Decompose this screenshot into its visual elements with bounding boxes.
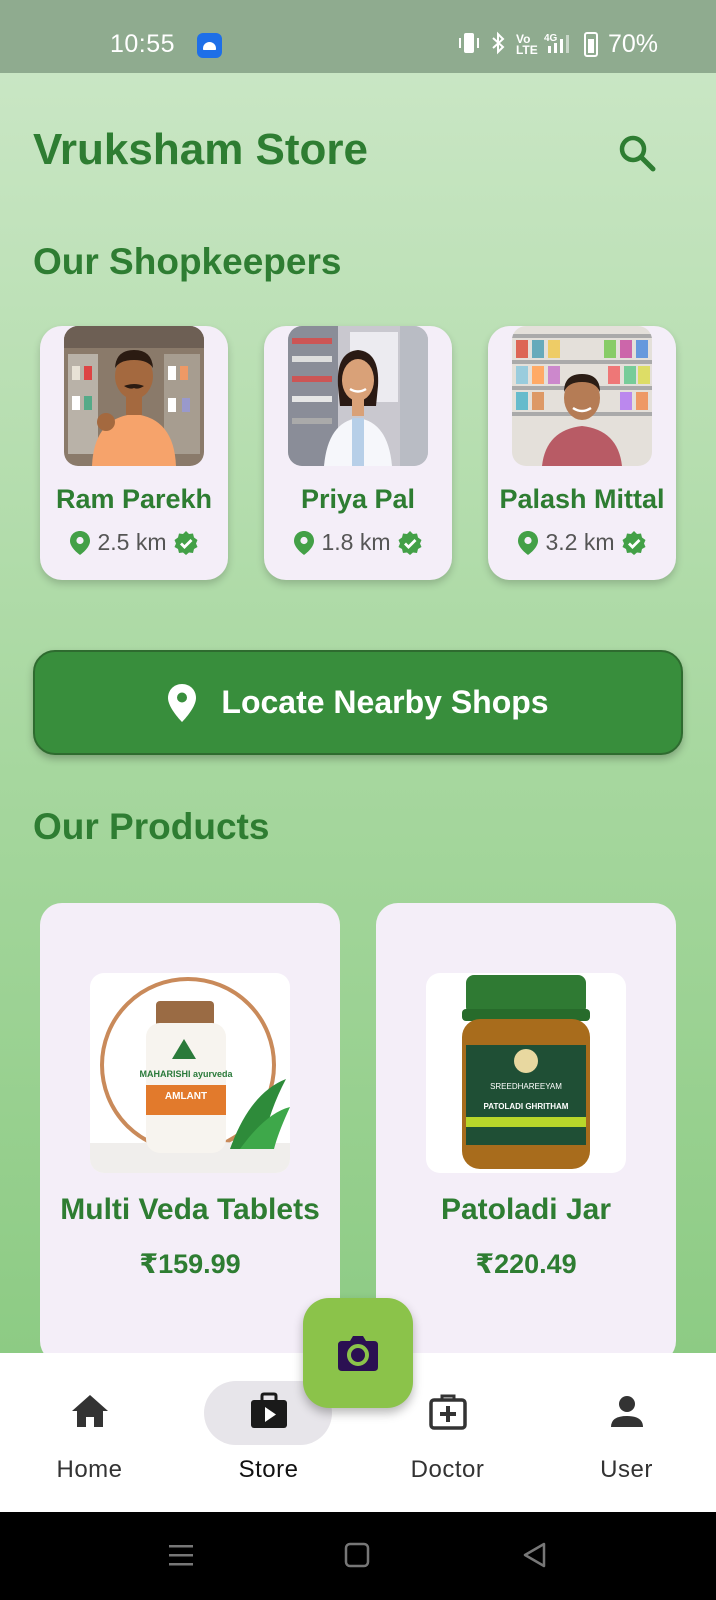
shopkeeper-meta: 1.8 km xyxy=(264,529,452,556)
product-label-text: PATOLADI GHRITHAM xyxy=(484,1102,569,1111)
product-image: MAHARISHI ayurveda AMLANT xyxy=(90,973,290,1173)
product-label-text: AMLANT xyxy=(165,1091,207,1102)
shopkeeper-card[interactable]: Priya Pal 1.8 km xyxy=(264,326,452,580)
location-pin-icon xyxy=(168,683,197,722)
shopkeeper-distance: 3.2 km xyxy=(545,529,615,555)
product-brand-text: SREEDHAREEYAM xyxy=(490,1082,562,1091)
shopkeeper-distance: 1.8 km xyxy=(321,529,391,555)
shopkeeper-meta: 3.2 km xyxy=(488,529,676,556)
nav-label-home: Home xyxy=(56,1456,123,1483)
signal-4g-icon: 4G xyxy=(544,31,574,58)
search-icon[interactable] xyxy=(617,133,657,173)
product-card[interactable]: MAHARISHI ayurveda AMLANT Multi Veda Tab… xyxy=(40,903,340,1353)
status-bar: 10:55 Vo LTE 4G 70% xyxy=(0,0,716,73)
status-icons: Vo LTE 4G 70% xyxy=(458,30,658,59)
shopkeeper-name: Priya Pal xyxy=(300,484,416,514)
nav-item-user[interactable]: User xyxy=(537,1353,716,1512)
shopkeeper-card[interactable]: Ram Parekh 2.5 km xyxy=(40,326,228,580)
home-icon xyxy=(72,1395,108,1427)
verified-badge-icon xyxy=(174,530,198,555)
locate-button-label: Locate Nearby Shops xyxy=(221,684,549,720)
vibrate-icon xyxy=(458,31,480,58)
nav-item-home[interactable]: Home xyxy=(0,1353,179,1512)
shopkeeper-distance: 2.5 km xyxy=(97,529,167,555)
android-app-icon xyxy=(197,33,222,58)
shopkeeper-meta: 2.5 km xyxy=(40,529,228,556)
camera-fab-button[interactable] xyxy=(303,1298,413,1408)
product-price: ₹159.99 xyxy=(139,1249,241,1279)
app-title: Vruksham Store xyxy=(33,125,369,174)
camera-icon xyxy=(338,1336,378,1371)
product-card[interactable]: SREEDHAREEYAM PATOLADI GHRITHAM Patoladi… xyxy=(376,903,676,1353)
user-icon xyxy=(611,1396,643,1427)
volte-icon: Vo LTE xyxy=(515,31,538,57)
shopkeeper-photo xyxy=(64,326,204,466)
shopkeeper-card[interactable]: Palash Mittal 3.2 km xyxy=(488,326,676,580)
product-brand-text: MAHARISHI ayurveda xyxy=(139,1069,233,1079)
shopkeeper-photo xyxy=(288,326,428,466)
store-icon xyxy=(251,1392,287,1428)
product-price: ₹220.49 xyxy=(475,1249,577,1279)
status-time: 10:55 xyxy=(110,30,176,58)
bluetooth-icon xyxy=(490,31,506,58)
locate-nearby-shops-button[interactable]: Locate Nearby Shops xyxy=(33,650,683,755)
app-content: Vruksham Store Our Shopkeepers Ram Parek… xyxy=(0,73,716,1353)
battery-icon xyxy=(583,32,598,57)
recent-apps-icon[interactable] xyxy=(166,1540,196,1570)
location-pin-icon xyxy=(70,530,91,555)
verified-badge-icon xyxy=(622,530,646,555)
shopkeeper-name: Palash Mittal xyxy=(499,484,665,514)
medical-kit-icon xyxy=(429,1394,467,1430)
product-image: SREEDHAREEYAM PATOLADI GHRITHAM xyxy=(426,973,626,1173)
back-icon[interactable] xyxy=(520,1540,550,1570)
nav-label-user: User xyxy=(600,1456,653,1483)
battery-percent: 70% xyxy=(607,30,658,58)
product-name: Patoladi Jar xyxy=(440,1193,612,1226)
location-pin-icon xyxy=(294,530,315,555)
location-pin-icon xyxy=(518,530,539,555)
nav-label-store: Store xyxy=(238,1456,299,1483)
product-name: Multi Veda Tablets xyxy=(60,1193,320,1226)
nav-label-doctor: Doctor xyxy=(410,1456,485,1483)
shopkeeper-photo xyxy=(512,326,652,466)
home-button-icon[interactable] xyxy=(342,1540,372,1570)
shopkeepers-title: Our Shopkeepers xyxy=(33,241,342,282)
products-title: Our Products xyxy=(33,806,270,847)
shopkeeper-name: Ram Parekh xyxy=(55,484,213,514)
verified-badge-icon xyxy=(398,530,422,555)
svg-text:4G: 4G xyxy=(544,33,558,44)
system-navigation-bar xyxy=(0,1512,716,1600)
